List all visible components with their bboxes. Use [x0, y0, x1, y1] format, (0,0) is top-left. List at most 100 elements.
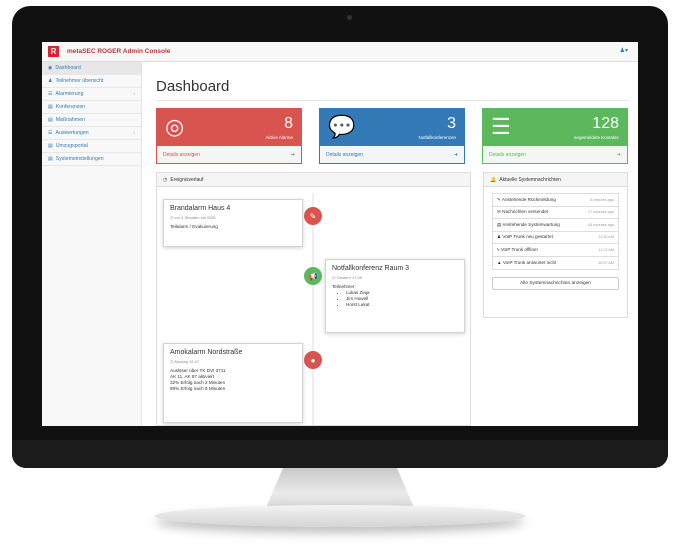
sidebar: ◉ Dashboard ♟ Teilnehmer übersicht ☰ Alarmi…: [42, 62, 142, 426]
chart-icon: ▤: [48, 156, 53, 162]
sidebar-item-label: Dashboard: [55, 65, 81, 71]
dashboard-icon: ◉: [48, 65, 53, 71]
details-link[interactable]: Details anzeigen ➜: [483, 146, 627, 163]
page-title: Dashboard: [156, 78, 230, 95]
system-messages-panel: 🔔 Aktuelle Systemnachrichten ✎ Anstehende…: [483, 172, 628, 318]
active-alarms-panel: ◎ 8 Aktive Alarme Details anzeigen ➜: [156, 108, 302, 164]
chart-icon: ▤: [48, 104, 53, 110]
sidebar-item-measures[interactable]: ▤ Maßnahmen: [42, 114, 141, 127]
panel-heading: 💬 3 Notfallkonferenzen: [320, 109, 464, 146]
monitor-stand: [265, 468, 415, 510]
divider: [156, 100, 628, 101]
chart-icon: ▤: [48, 117, 53, 123]
sidebar-item-label: Alarmierung: [55, 91, 84, 97]
server-icon: ▤: [497, 221, 502, 227]
list-icon: ☰: [48, 130, 53, 136]
comment-icon: ✎: [497, 196, 501, 202]
bell-icon: 🔔: [490, 176, 497, 183]
timeline-line: [312, 193, 314, 425]
message-time: 10:57 AM: [597, 260, 614, 265]
main-content: Dashboard ◎ 8 Aktive Alarme Details anze…: [142, 62, 638, 426]
details-link[interactable]: Details anzeigen ➜: [320, 146, 464, 163]
list-item[interactable]: ϟ VoIP Trunk offline! 11:13 AM: [493, 244, 618, 257]
event-meta: ◷ Gestern 17:45: [332, 275, 362, 280]
message-text: Anstehende Systemwartung: [502, 221, 560, 227]
arrow-circle-right-icon: ➜: [290, 151, 295, 158]
event-body: Teilnehmer: Lukas Ziaja Jim Howell Horst…: [332, 284, 458, 308]
sidebar-item-participants[interactable]: ♟ Teilnehmer übersicht: [42, 75, 141, 88]
conferences-count: 3: [447, 115, 456, 132]
system-messages-heading: 🔔 Aktuelle Systemnachrichten: [484, 173, 627, 187]
sidebar-item-label: Maßnahmen: [55, 117, 85, 123]
chevron-left-icon: ‹: [133, 91, 135, 97]
active-alarms-label: Aktive Alarme: [265, 135, 293, 140]
event-line: 89% Erfolg nach 5 Minuten: [170, 386, 226, 391]
event-body: Teilalarm / Evakuierung: [170, 224, 218, 229]
camera-icon: [347, 15, 352, 20]
conferences-panel: 💬 3 Notfallkonferenzen Details anzeigen ➜: [319, 108, 465, 164]
participant-list: Lukas Ziaja Jim Howell Horst Lukat: [346, 290, 458, 308]
sidebar-item-reports[interactable]: ☰ Auswertungen ‹: [42, 127, 141, 140]
message-time: 4 minutes ago: [590, 197, 614, 202]
timeline-event[interactable]: Brandalarm Haus 4 ◷ vor 4 Stunden via SM…: [163, 199, 303, 247]
event-title: Amokalarm Nordstraße: [170, 349, 243, 356]
server-icon: ☰: [491, 114, 511, 139]
contacts-panel: ☰ 128 angemeldete Kontakte Details anzei…: [482, 108, 628, 164]
message-text: Nachrichten versendet: [502, 209, 549, 215]
chevron-left-icon: ‹: [133, 130, 135, 136]
details-link[interactable]: Details anzeigen ➜: [157, 146, 301, 163]
system-messages-list: ✎ Anstehende Rückmeldung 4 minutes ago ✉ …: [492, 193, 619, 270]
event-meta: ◷ vor 4 Stunden via SMS: [170, 215, 216, 220]
envelope-icon: ✉: [497, 209, 501, 215]
screen: R metaSEC ROGER Admin Console ♟▾ ◉ Dashbo…: [42, 42, 638, 426]
list-icon: ☰: [48, 91, 53, 97]
timeline-event[interactable]: Amokalarm Nordstraße ◷ Montag 12:47 Ausl…: [163, 343, 303, 423]
user-menu-icon[interactable]: ♟▾: [620, 47, 628, 54]
top-navbar: R metaSEC ROGER Admin Console ♟▾: [42, 42, 638, 62]
timeline-event[interactable]: Notfallkonferenz Raum 3 ◷ Gestern 17:45 …: [325, 259, 465, 333]
sidebar-item-conferences[interactable]: ▤ Konferenzen: [42, 101, 141, 114]
arrow-circle-right-icon: ➜: [616, 151, 621, 158]
arrow-circle-right-icon: ➜: [453, 151, 458, 158]
timeline-panel: ◷ Ereignisverlauf Brandalarm Haus 4 ◷ vor…: [156, 172, 471, 426]
list-item[interactable]: ♟ VoIP Trunk neu gestartet 11:32 AM: [493, 232, 618, 244]
timeline-heading: ◷ Ereignisverlauf: [157, 173, 470, 187]
contacts-count: 128: [592, 115, 619, 132]
list-item[interactable]: ✎ Anstehende Rückmeldung 4 minutes ago: [493, 194, 618, 207]
sidebar-item-relocation[interactable]: ▤ Umzugsportal: [42, 140, 141, 153]
sidebar-item-alerting[interactable]: ☰ Alarmierung ‹: [42, 88, 141, 101]
app-title[interactable]: metaSEC ROGER Admin Console: [67, 48, 170, 55]
sidebar-item-dashboard[interactable]: ◉ Dashboard: [42, 62, 141, 75]
list-item[interactable]: ▤ Anstehende Systemwartung 43 minutes ago: [493, 219, 618, 232]
clock-icon: ◷: [163, 176, 168, 183]
chat-icon: 💬: [328, 114, 356, 139]
sidebar-item-settings[interactable]: ▤ Systemeinstellungen: [42, 153, 141, 166]
all-system-messages-button[interactable]: Alle Systemnachrichten anzeigen: [492, 277, 619, 290]
sidebar-item-label: Auswertungen: [55, 130, 89, 136]
details-label: Details anzeigen: [326, 151, 363, 158]
panel-heading: ☰ 128 angemeldete Kontakte: [483, 109, 627, 146]
message-time: 43 minutes ago: [588, 222, 614, 227]
bomb-icon: ●: [304, 351, 322, 369]
message-text: Anstehende Rückmeldung: [501, 196, 556, 202]
monitor-base: [155, 505, 525, 527]
monitor-scene: R metaSEC ROGER Admin Console ♟▾ ◉ Dashbo…: [0, 0, 678, 547]
sidebar-item-label: Systemeinstellungen: [55, 156, 104, 162]
active-alarms-count: 8: [284, 115, 293, 132]
lifebuoy-icon: ◎: [165, 114, 185, 139]
sidebar-item-label: Konferenzen: [55, 104, 86, 110]
details-label: Details anzeigen: [163, 151, 200, 158]
message-text: VoIP Trunk neu gestartet: [502, 234, 553, 240]
message-time: 11:13 AM: [598, 247, 614, 252]
list-item[interactable]: ▲ VoIP Trunk antwortet nicht 10:57 AM: [493, 257, 618, 270]
app-logo-icon[interactable]: R: [48, 46, 59, 57]
sidebar-item-label: Teilnehmer übersicht: [55, 78, 104, 84]
fire-icon: ✎: [304, 207, 322, 225]
timeline-heading-label: Ereignisverlauf: [170, 176, 204, 183]
megaphone-icon: 📢: [304, 267, 322, 285]
list-item[interactable]: ✉ Nachrichten versendet 27 minutes ago: [493, 207, 618, 219]
message-time: 27 minutes ago: [588, 210, 614, 215]
monitor-chin: [12, 440, 668, 468]
message-text: VoIP Trunk antwortet nicht: [502, 260, 557, 266]
contacts-label: angemeldete Kontakte: [573, 135, 619, 140]
